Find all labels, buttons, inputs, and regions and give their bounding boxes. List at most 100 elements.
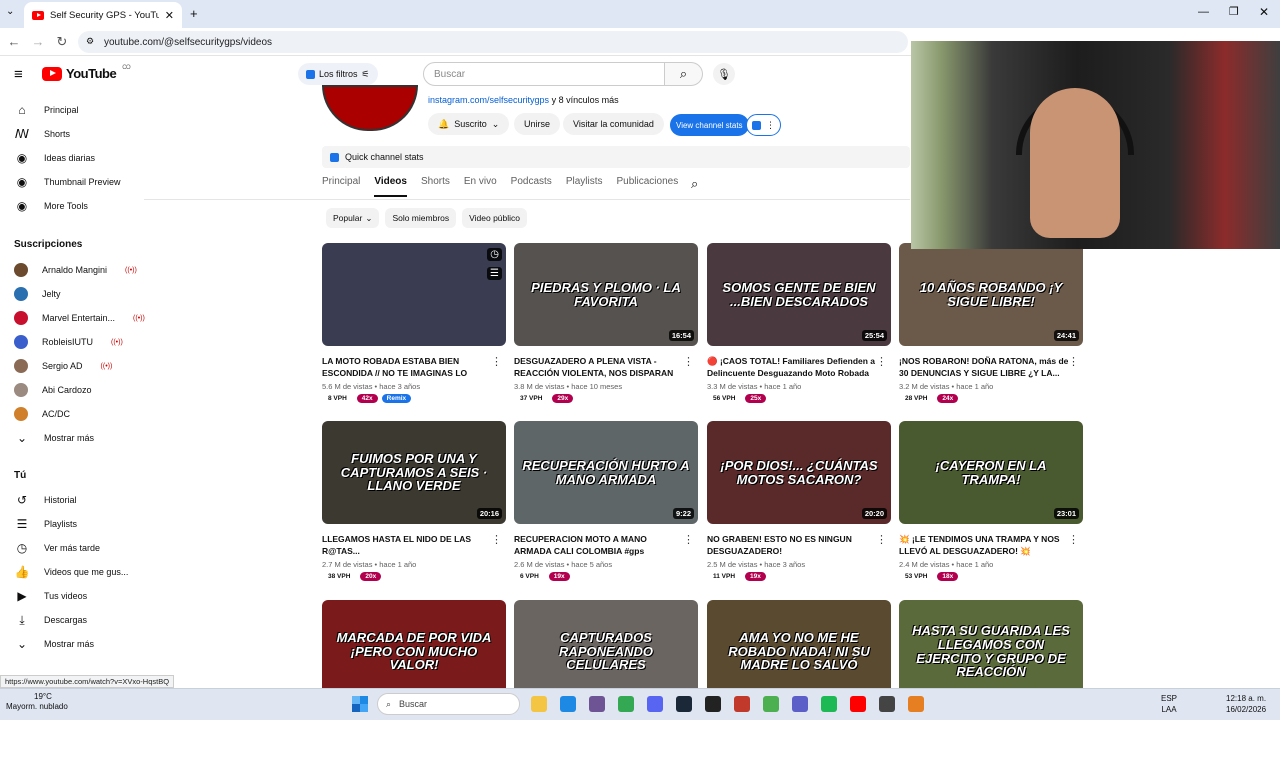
sidebar-item-watch-later[interactable]: ◷ Ver más tarde bbox=[14, 536, 136, 560]
start-icon[interactable] bbox=[352, 696, 368, 712]
browser-tab[interactable]: Self Security GPS - YouTube ✕ bbox=[24, 2, 182, 28]
video-title[interactable]: RECUPERACION MOTO A MANO ARMADA CALI COL… bbox=[514, 533, 684, 557]
view-channel-stats-button[interactable]: View channel stats bbox=[670, 114, 749, 136]
weather-widget[interactable]: 19°C Mayorm. nublado bbox=[6, 692, 68, 712]
close-tab-icon[interactable]: ✕ bbox=[165, 9, 174, 22]
tab-principal[interactable]: Principal bbox=[322, 176, 360, 197]
search-input[interactable]: Buscar bbox=[423, 62, 665, 86]
video-title[interactable]: DESGUAZADERO A PLENA VISTA - REACCIÓN VI… bbox=[514, 355, 684, 379]
video-thumbnail[interactable]: RECUPERACIÓN HURTO A MANO ARMADA 9:22 bbox=[514, 421, 698, 524]
steam-icon[interactable] bbox=[676, 696, 692, 712]
reload-icon[interactable]: ↻ bbox=[54, 34, 70, 50]
restore-icon[interactable]: ❐ bbox=[1229, 5, 1239, 18]
tab-videos[interactable]: Videos bbox=[374, 176, 407, 197]
sidebar-item-thumbnail-preview[interactable]: ◉ Thumbnail Preview bbox=[14, 170, 136, 194]
subscription-item[interactable]: Abi Cardozo bbox=[14, 378, 136, 402]
show-more-you[interactable]: ⌄ Mostrar más bbox=[14, 632, 136, 656]
youtube-logo[interactable]: YouTube CO bbox=[42, 65, 131, 81]
tab-playlists[interactable]: Playlists bbox=[566, 176, 603, 197]
watch-later-icon[interactable]: ◷ bbox=[487, 248, 502, 261]
site-info-icon[interactable]: ⚙ bbox=[86, 36, 94, 47]
subscription-item[interactable]: Arnaldo Mangini ((•)) bbox=[14, 258, 137, 282]
video-card[interactable]: ¡POR DIOS!... ¿CUÁNTAS MOTOS SACARON? 20:… bbox=[707, 421, 891, 591]
taskbar-search[interactable]: ⌕ Buscar bbox=[377, 693, 520, 715]
sort-chip[interactable]: Solo miembros bbox=[385, 208, 457, 228]
reaper-icon[interactable] bbox=[734, 696, 750, 712]
tab-en-vivo[interactable]: En vivo bbox=[464, 176, 497, 197]
more-vert-icon[interactable]: ⋮ bbox=[1068, 533, 1079, 546]
sidebar-item-more-tools[interactable]: ◉ More Tools bbox=[14, 194, 136, 218]
sidebar-item-principal[interactable]: ⌂ Principal bbox=[14, 98, 136, 122]
video-card[interactable]: CAPTURADOS RAPONEANDO CELULARES bbox=[514, 600, 698, 770]
close-window-icon[interactable]: ✕ bbox=[1259, 5, 1269, 19]
minecraft-icon[interactable] bbox=[763, 696, 779, 712]
more-vert-icon[interactable]: ⋮ bbox=[683, 533, 694, 546]
channel-search-icon[interactable]: ⌕ bbox=[691, 176, 698, 192]
extension-menu-button[interactable]: ⋮ bbox=[746, 114, 781, 136]
video-thumbnail[interactable]: FUIMOS POR UNA Y CAPTURAMOS A SEIS · LLA… bbox=[322, 421, 506, 524]
hamburger-menu-icon[interactable]: ≡ bbox=[14, 66, 23, 83]
back-icon[interactable]: ← bbox=[6, 34, 22, 50]
sidebar-item-playlists[interactable]: ☰ Playlists bbox=[14, 512, 136, 536]
video-title[interactable]: NO GRABEN! ESTO NO ES NINGUN DESGUAZADER… bbox=[707, 533, 877, 557]
video-card[interactable]: RECUPERACIÓN HURTO A MANO ARMADA 9:22 RECU… bbox=[514, 421, 698, 591]
sidebar-item-history[interactable]: ↺ Historial bbox=[14, 488, 136, 512]
more-vert-icon[interactable]: ⋮ bbox=[491, 355, 502, 368]
video-thumbnail[interactable]: ¡POR DIOS!... ¿CUÁNTAS MOTOS SACARON? 20:… bbox=[707, 421, 891, 524]
video-card[interactable]: HASTA SU GUARIDA LES LLEGAMOS CON EJERCI… bbox=[899, 600, 1083, 770]
voice-search-button[interactable]: 🎙 bbox=[713, 63, 735, 85]
subscription-item[interactable]: AC/DC bbox=[14, 402, 136, 426]
epic-games-icon[interactable] bbox=[705, 696, 721, 712]
video-title[interactable]: 💥 ¡LE TENDIMOS UNA TRAMPA Y NOS LLEVÓ AL… bbox=[899, 533, 1069, 557]
obs-icon[interactable] bbox=[879, 696, 895, 712]
video-thumbnail[interactable]: ◷ ☰ bbox=[322, 243, 506, 346]
more-vert-icon[interactable]: ⋮ bbox=[683, 355, 694, 368]
video-title[interactable]: LLEGAMOS HASTA EL NIDO DE LAS R@TAS... bbox=[322, 533, 492, 557]
language-indicator[interactable]: ESP LAA bbox=[1161, 693, 1177, 715]
video-card[interactable]: 10 AÑOS ROBANDO ¡Y SIGUE LIBRE! 24:41 ¡NOS… bbox=[899, 243, 1083, 413]
filters-chip[interactable]: Los filtros ⚟ bbox=[298, 63, 378, 85]
subscribed-button[interactable]: 🔔 Suscrito ⌄ bbox=[428, 113, 510, 135]
brave-icon[interactable] bbox=[908, 696, 924, 712]
forward-icon[interactable]: → bbox=[30, 34, 46, 50]
more-vert-icon[interactable]: ⋮ bbox=[876, 533, 887, 546]
video-title[interactable]: ¡NOS ROBARON! DOÑA RATONA, más de 30 DEN… bbox=[899, 355, 1069, 379]
video-thumbnail[interactable]: ¡CAYERON EN LA TRAMPA! 23:01 bbox=[899, 421, 1083, 524]
minimize-icon[interactable]: — bbox=[1198, 6, 1209, 18]
video-thumbnail[interactable]: PIEDRAS Y PLOMO · LA FAVORITA 16:54 bbox=[514, 243, 698, 346]
sidebar-item-ideas-diarias[interactable]: ◉ Ideas diarias bbox=[14, 146, 136, 170]
sort-chip[interactable]: Video público bbox=[462, 208, 528, 228]
search-button[interactable]: ⌕ bbox=[665, 62, 703, 86]
sidebar-item-shorts[interactable]: ꟿ Shorts bbox=[14, 122, 136, 146]
sidebar-item-like[interactable]: 👍 Videos que me gus... bbox=[14, 560, 136, 584]
you-section-title[interactable]: Tú bbox=[14, 470, 26, 481]
subscriptions-title[interactable]: Suscripciones bbox=[14, 239, 82, 250]
more-vert-icon[interactable]: ⋮ bbox=[1068, 355, 1079, 368]
subscription-item[interactable]: Jelty bbox=[14, 282, 136, 306]
video-card[interactable]: ◷ ☰ LA MOTO ROBADA ESTABA BIEN ESCONDIDA /… bbox=[322, 243, 506, 413]
sidebar-item-download[interactable]: ⤓ Descargas bbox=[14, 608, 136, 632]
tab-shorts[interactable]: Shorts bbox=[421, 176, 450, 197]
youtube-music-icon[interactable] bbox=[850, 696, 866, 712]
discord-icon[interactable] bbox=[647, 696, 663, 712]
instagram-link[interactable]: instagram.com/selfsecuritygps bbox=[428, 95, 549, 105]
add-to-queue-icon[interactable]: ☰ bbox=[487, 267, 502, 280]
teams-icon[interactable] bbox=[792, 696, 808, 712]
video-card[interactable]: MARCADA DE POR VIDA ¡PERO CON MUCHO VALO… bbox=[322, 600, 506, 770]
sort-chip[interactable]: Popular ⌄ bbox=[326, 208, 380, 228]
subscription-item[interactable]: RobleisIUTU ((•)) bbox=[14, 330, 136, 354]
video-title[interactable]: LA MOTO ROBADA ESTABA BIEN ESCONDIDA // … bbox=[322, 355, 492, 379]
video-card[interactable]: PIEDRAS Y PLOMO · LA FAVORITA 16:54 DESGUA… bbox=[514, 243, 698, 413]
join-button[interactable]: Unirse bbox=[514, 113, 561, 135]
show-more-subscriptions[interactable]: ⌄ Mostrar más bbox=[14, 426, 136, 450]
spotify-icon[interactable] bbox=[821, 696, 837, 712]
more-links[interactable]: y 8 vínculos más bbox=[552, 95, 619, 105]
edge-icon[interactable] bbox=[560, 696, 576, 712]
video-card[interactable]: ¡CAYERON EN LA TRAMPA! 23:01 💥 ¡LE TENDIMO… bbox=[899, 421, 1083, 591]
tab-podcasts[interactable]: Podcasts bbox=[511, 176, 552, 197]
sidebar-item-your-videos[interactable]: ▶ Tus videos bbox=[14, 584, 136, 608]
visit-community-button[interactable]: Visitar la comunidad bbox=[563, 113, 664, 135]
video-card[interactable]: SOMOS GENTE DE BIEN ...BIEN DESCARADOS 25… bbox=[707, 243, 891, 413]
github-desktop-icon[interactable] bbox=[589, 696, 605, 712]
video-thumbnail[interactable]: 10 AÑOS ROBANDO ¡Y SIGUE LIBRE! 24:41 bbox=[899, 243, 1083, 346]
